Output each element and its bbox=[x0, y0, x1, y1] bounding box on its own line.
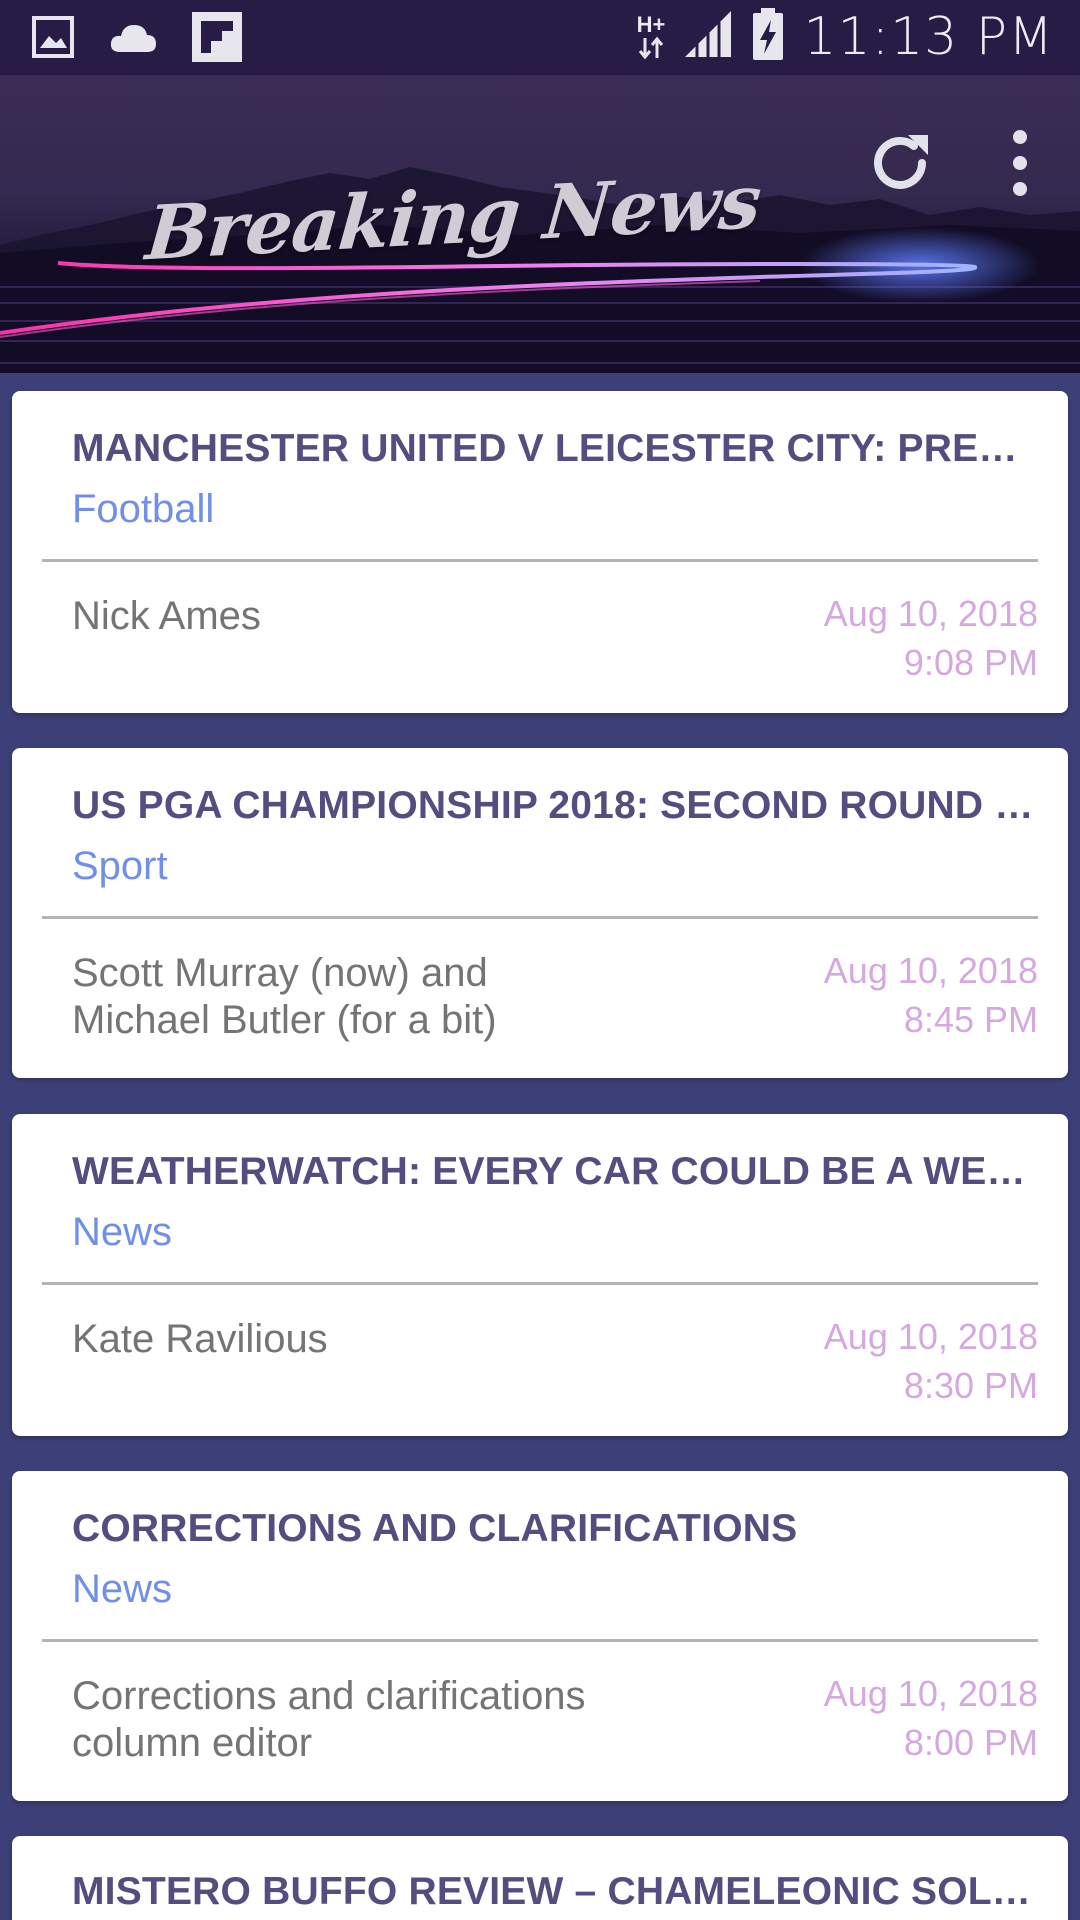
article-title: MANCHESTER UNITED V LEICESTER CITY: PREM… bbox=[72, 427, 1038, 470]
article-author: Kate Ravilious bbox=[72, 1317, 328, 1361]
article-category: Sport bbox=[72, 844, 168, 888]
article-author: Corrections and clarifications column ed… bbox=[72, 1674, 586, 1765]
card-divider bbox=[42, 916, 1038, 919]
network-type-label: H+ bbox=[636, 11, 666, 37]
app-bar: Breaking News bbox=[0, 75, 1080, 373]
article-datetime: Aug 10, 2018 8:30 PM bbox=[824, 1312, 1038, 1410]
card-divider bbox=[42, 559, 1038, 562]
article-card[interactable]: WEATHERWATCH: EVERY CAR COULD BE A WEATH… bbox=[12, 1114, 1068, 1436]
article-date: Aug 10, 2018 bbox=[823, 593, 1038, 634]
article-category: Football bbox=[72, 487, 215, 531]
article-date: Aug 10, 2018 bbox=[823, 1316, 1038, 1357]
clock: 11:13 PM bbox=[803, 6, 1054, 67]
article-card[interactable]: MISTERO BUFFO REVIEW – CHAMELEONIC SOLO … bbox=[12, 1836, 1068, 1920]
gallery-icon bbox=[32, 16, 74, 63]
article-datetime: Aug 10, 2018 9:08 PM bbox=[824, 589, 1038, 687]
card-divider bbox=[42, 1282, 1038, 1285]
article-time: 8:00 PM bbox=[903, 1722, 1038, 1763]
article-datetime: Aug 10, 2018 8:45 PM bbox=[824, 946, 1038, 1044]
battery-charging-icon bbox=[751, 6, 785, 67]
article-card[interactable]: US PGA CHAMPIONSHIP 2018: SECOND ROUND –… bbox=[12, 748, 1068, 1078]
article-category: News bbox=[72, 1567, 173, 1611]
article-date: Aug 10, 2018 bbox=[823, 1673, 1038, 1714]
signal-icon bbox=[683, 9, 733, 64]
refresh-button[interactable] bbox=[864, 127, 936, 199]
cloud-icon bbox=[108, 20, 158, 59]
article-card[interactable]: CORRECTIONS AND CLARIFICATIONS News Corr… bbox=[12, 1471, 1068, 1801]
article-title: WEATHERWATCH: EVERY CAR COULD BE A WEATH… bbox=[72, 1150, 1038, 1193]
network-type-icon: H+ bbox=[636, 11, 666, 60]
article-title: CORRECTIONS AND CLARIFICATIONS bbox=[72, 1507, 798, 1550]
article-time: 9:08 PM bbox=[903, 642, 1038, 683]
status-bar: H+ 11:13 PM bbox=[0, 0, 1080, 75]
refresh-icon bbox=[874, 135, 928, 189]
card-divider bbox=[42, 1639, 1038, 1642]
article-category: News bbox=[72, 1210, 173, 1254]
article-author: Nick Ames bbox=[72, 594, 261, 638]
overflow-menu-button[interactable] bbox=[984, 127, 1056, 199]
article-card[interactable]: MANCHESTER UNITED V LEICESTER CITY: PREM… bbox=[12, 391, 1068, 713]
article-date: Aug 10, 2018 bbox=[823, 950, 1038, 991]
article-time: 8:30 PM bbox=[903, 1365, 1038, 1406]
article-author: Scott Murray (now) and Michael Butler (f… bbox=[72, 951, 497, 1042]
overflow-menu-icon bbox=[1013, 130, 1027, 196]
article-title: US PGA CHAMPIONSHIP 2018: SECOND ROUND –… bbox=[72, 784, 1038, 827]
article-datetime: Aug 10, 2018 8:00 PM bbox=[824, 1669, 1038, 1767]
article-time: 8:45 PM bbox=[903, 999, 1038, 1040]
flipboard-icon bbox=[192, 12, 242, 67]
article-title: MISTERO BUFFO REVIEW – CHAMELEONIC SOLO … bbox=[72, 1870, 1038, 1913]
